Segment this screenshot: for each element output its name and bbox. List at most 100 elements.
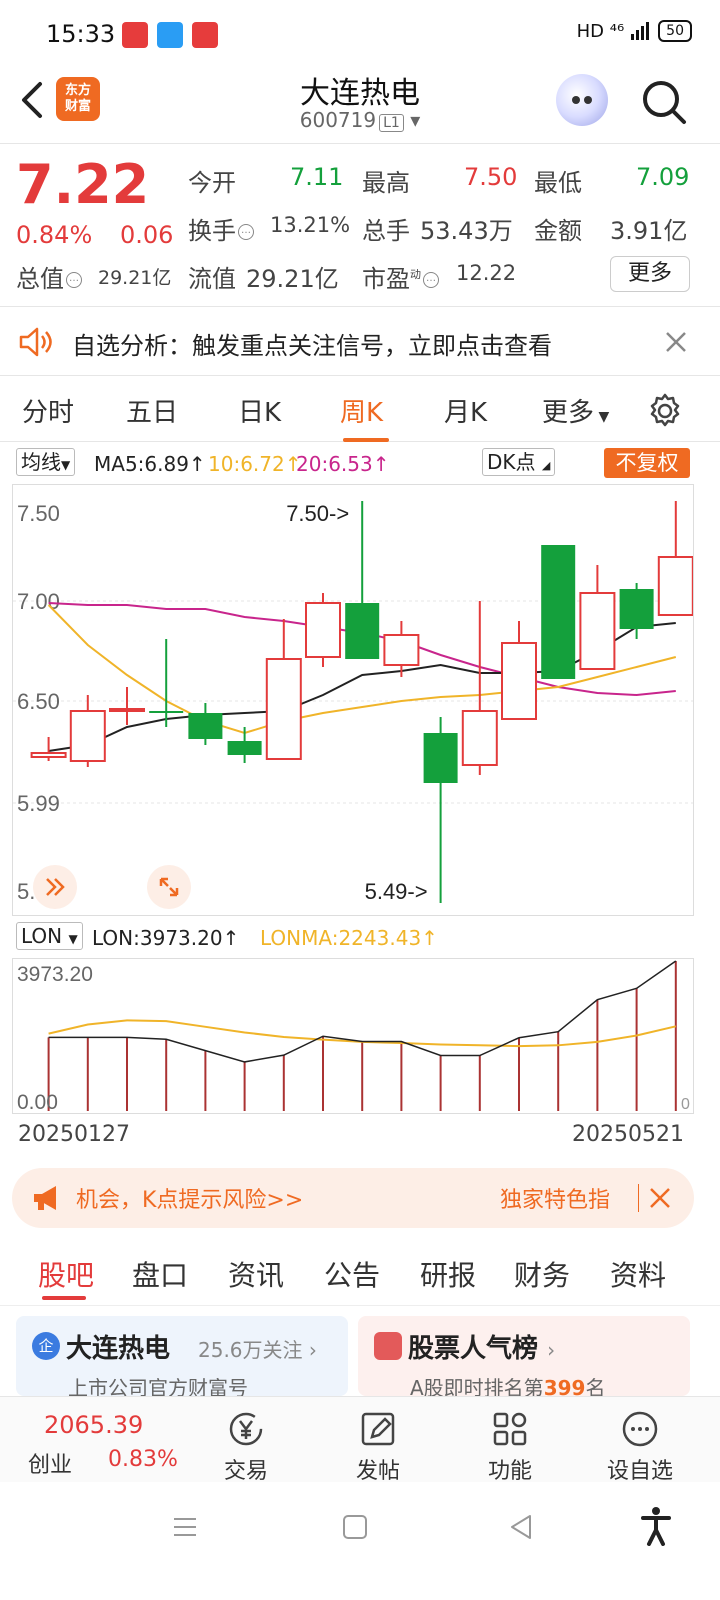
tab-weekly-k[interactable]: 周K xyxy=(340,392,383,429)
tab-research[interactable]: 研报 xyxy=(420,1254,476,1294)
price-adjust-button[interactable]: 不复权 xyxy=(604,448,690,478)
network-indicator: HD ⁴⁶ xyxy=(576,20,625,42)
more-button[interactable]: 更多 xyxy=(610,256,690,292)
index-ticker[interactable]: 2065.39 创业 0.83% xyxy=(0,1397,190,1483)
expand-left-button[interactable] xyxy=(33,865,77,909)
tab-pankou[interactable]: 盘口 xyxy=(132,1254,188,1294)
low-label: 最低 xyxy=(534,169,582,197)
quote-panel: 7.22 0.84% 0.06 今开 7.11 最高 7.50 最低 7.09 … xyxy=(0,145,720,307)
ranking-chart-icon xyxy=(374,1332,402,1360)
speaker-icon xyxy=(19,327,52,357)
ma-indicator-row: 均线▼ MA5:6.89↑ 10:6.72↑ 20:6.53↑ DK点 ◢ 不复… xyxy=(0,444,720,482)
lonma-value: LONMA:2243.43↑ xyxy=(260,926,438,950)
tab-more[interactable]: 更多 ▼ xyxy=(542,392,609,429)
amount-value: 3.91亿 xyxy=(610,217,688,245)
system-nav-bar xyxy=(0,1482,720,1600)
change-value: 0.06 xyxy=(120,221,174,249)
candle-body xyxy=(657,556,694,616)
stock-name: 大连热电 xyxy=(300,76,420,111)
weekly-k-chart[interactable]: 7.507.006.505.995.497.50->5.49-> xyxy=(12,484,694,916)
follow-count: 25.6万关注 › xyxy=(198,1338,317,1362)
content-tabs: 股吧 盘口 资讯 公告 研报 财务 资料 xyxy=(0,1240,720,1306)
high-value: 7.50 xyxy=(464,163,518,191)
turnover-value: 13.21% xyxy=(270,213,351,237)
settings-gear-icon[interactable] xyxy=(646,392,684,430)
tab-intraday[interactable]: 分时 xyxy=(22,392,74,429)
lon-chart[interactable]: 3973.20 0.00 0 xyxy=(12,958,694,1114)
assistant-robot-icon[interactable] xyxy=(556,74,608,126)
lon-value: LON:3973.20↑ xyxy=(92,926,240,950)
analysis-notice[interactable]: 自选分析：触发重点关注信号，立即点击查看 xyxy=(0,308,720,376)
y-tick-label: 7.50 xyxy=(17,501,60,526)
add-watchlist-button[interactable]: 设自选 xyxy=(590,1397,690,1485)
company-account-card[interactable]: 企 大连热电 25.6万关注 › 上市公司官方财富号 xyxy=(16,1316,348,1396)
amount-label: 金额 xyxy=(534,217,582,245)
promo-right-text: 独家特色指 xyxy=(500,1188,611,1213)
chart-period-tabs: 分时 五日 日K 周K 月K 更多 ▼ xyxy=(0,378,720,442)
trade-button[interactable]: 交易 xyxy=(196,1397,296,1485)
back-icon[interactable] xyxy=(506,1512,536,1542)
tab-profile[interactable]: 资料 xyxy=(610,1254,666,1294)
tab-guba[interactable]: 股吧 xyxy=(38,1254,94,1294)
lon-selector[interactable]: LON ▼ xyxy=(16,922,83,950)
level-badge: L1 xyxy=(379,114,404,132)
high-label: 最高 xyxy=(362,169,410,197)
promo-banner[interactable]: 机会，K点提示风险>> 独家特色指 xyxy=(12,1168,694,1228)
close-icon[interactable] xyxy=(664,330,688,354)
notification-video-icon xyxy=(192,22,218,48)
dk-point-selector[interactable]: DK点 ◢ xyxy=(482,448,556,476)
lon-min-label: 0.00 xyxy=(17,1091,58,1113)
candle-body xyxy=(265,658,302,760)
notification-telegram-icon xyxy=(157,22,183,48)
yen-cycle-icon xyxy=(229,1412,263,1446)
candle-body xyxy=(541,545,576,679)
menu-icon[interactable] xyxy=(170,1512,200,1542)
ma-selector[interactable]: 均线▼ xyxy=(16,448,76,476)
ma20-value: 20:6.53↑ xyxy=(296,452,390,476)
bottom-toolbar: 2065.39 创业 0.83% 交易 发帖 功能 设自选 xyxy=(0,1396,720,1485)
tab-announcements[interactable]: 公告 xyxy=(324,1254,380,1294)
candle-body xyxy=(69,710,106,762)
low-value: 7.09 xyxy=(636,163,690,191)
home-icon[interactable] xyxy=(340,1512,370,1542)
candle-body xyxy=(227,741,262,755)
app-header: 东方 财富 大连热电 600719 L1 ▾ xyxy=(0,66,720,144)
fullscreen-button[interactable] xyxy=(147,865,191,909)
expand-arrows-icon xyxy=(159,877,179,897)
stock-code[interactable]: 600719 L1 ▾ xyxy=(0,108,720,132)
candle-body xyxy=(305,602,341,658)
notice-text: 自选分析：触发重点关注信号，立即点击查看 xyxy=(72,332,552,360)
accessibility-icon[interactable] xyxy=(640,1506,672,1546)
candle-body xyxy=(423,733,458,783)
candle-body xyxy=(461,710,498,766)
lon-indicator-row: LON ▼ LON:3973.20↑ LONMA:2243.43↑ xyxy=(0,920,720,956)
active-tab-underline xyxy=(42,1296,86,1300)
popularity-rank-card[interactable]: 股票人气榜 › A股即时排名第399名 xyxy=(358,1316,690,1396)
lon-indicator-chart: 3973.20 0.00 0 xyxy=(17,960,690,1114)
current-price: 7.22 xyxy=(16,153,150,216)
notification-app-icon xyxy=(122,22,148,48)
double-chevron-icon xyxy=(46,878,65,896)
tab-news[interactable]: 资讯 xyxy=(228,1254,284,1294)
y-tick-label: 5.99 xyxy=(17,791,60,816)
lon-max-label: 3973.20 xyxy=(17,963,93,986)
mktcap-label: 总值… xyxy=(16,259,84,294)
signal-icon xyxy=(631,22,650,40)
close-icon[interactable] xyxy=(648,1186,672,1210)
post-button[interactable]: 发帖 xyxy=(328,1397,428,1485)
tab-finance[interactable]: 财务 xyxy=(514,1254,570,1294)
dropdown-icon: ▾ xyxy=(410,108,421,132)
search-icon[interactable] xyxy=(640,78,688,126)
volume-label: 总手 xyxy=(362,217,410,245)
y-tick-label: 6.50 xyxy=(17,689,60,714)
tab-monthly-k[interactable]: 月K xyxy=(444,392,487,429)
pe-label: 市盈动… xyxy=(362,259,441,294)
float-value: 29.21亿 xyxy=(246,265,339,293)
functions-button[interactable]: 功能 xyxy=(460,1397,560,1485)
low-marker: 5.49-> xyxy=(365,879,428,904)
more-dots-icon xyxy=(622,1411,658,1447)
candle-body xyxy=(109,708,145,712)
tab-five-day[interactable]: 五日 xyxy=(126,392,178,429)
tab-daily-k[interactable]: 日K xyxy=(238,392,281,429)
open-value: 7.11 xyxy=(290,163,344,191)
